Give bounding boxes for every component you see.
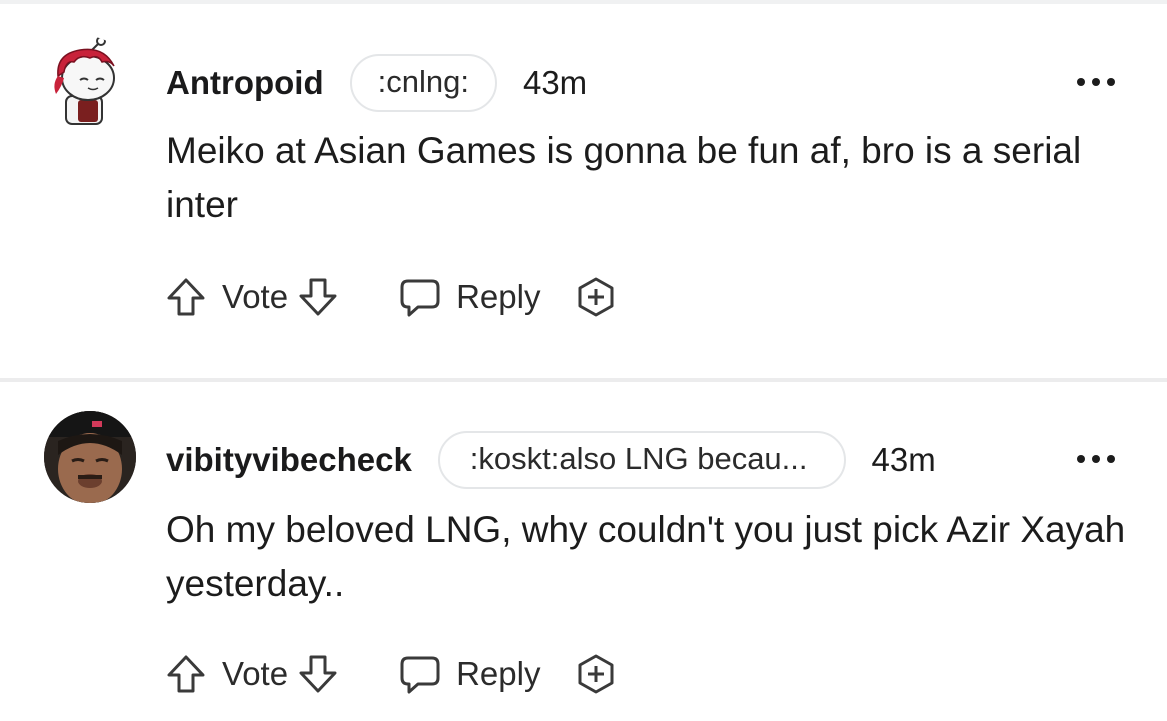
comment-actions: Vote Reply <box>164 270 618 324</box>
upvote-arrow-icon[interactable] <box>164 275 208 319</box>
snoo-avatar-icon <box>54 36 115 125</box>
comment: vibityvibecheck :koskt:also LNG becau...… <box>0 381 1167 721</box>
reply-bubble-icon[interactable] <box>398 275 442 319</box>
comment: Antropoid :cnlng: 43m Meiko at Asian Gam… <box>0 4 1167 381</box>
user-flair: :cnlng: <box>349 54 497 112</box>
upvote-arrow-icon[interactable] <box>164 652 208 696</box>
downvote-arrow-icon[interactable] <box>296 275 340 319</box>
comment-body: Oh my beloved LNG, why couldn't you just… <box>166 509 1126 604</box>
comment-meta: vibityvibecheck :koskt:also LNG becau...… <box>166 431 936 489</box>
avatar[interactable] <box>44 411 136 503</box>
award-add-icon[interactable] <box>574 275 618 319</box>
reply-bubble-icon[interactable] <box>398 652 442 696</box>
award-add-icon[interactable] <box>574 652 618 696</box>
more-options-icon[interactable] <box>1077 455 1117 465</box>
reply-button[interactable]: Reply <box>456 655 540 693</box>
timestamp: 43m <box>522 64 588 101</box>
avatar[interactable] <box>40 36 132 128</box>
comment-meta: Antropoid :cnlng: 43m <box>166 54 587 112</box>
downvote-arrow-icon[interactable] <box>296 652 340 696</box>
vote-count: Vote <box>222 655 289 692</box>
comment-actions: Vote Reply <box>164 647 618 701</box>
comment-body: Meiko at Asian Games is gonna be fun af,… <box>166 130 1082 225</box>
reply-button[interactable]: Reply <box>456 278 540 316</box>
user-flair: :koskt:also LNG becau... <box>437 431 846 489</box>
username[interactable]: Antropoid <box>166 64 324 102</box>
vote-count: Vote <box>222 278 289 315</box>
more-options-icon[interactable] <box>1077 78 1117 88</box>
timestamp: 43m <box>871 441 936 478</box>
username[interactable]: vibityvibecheck <box>166 441 412 479</box>
user-photo-avatar-icon <box>44 411 136 503</box>
